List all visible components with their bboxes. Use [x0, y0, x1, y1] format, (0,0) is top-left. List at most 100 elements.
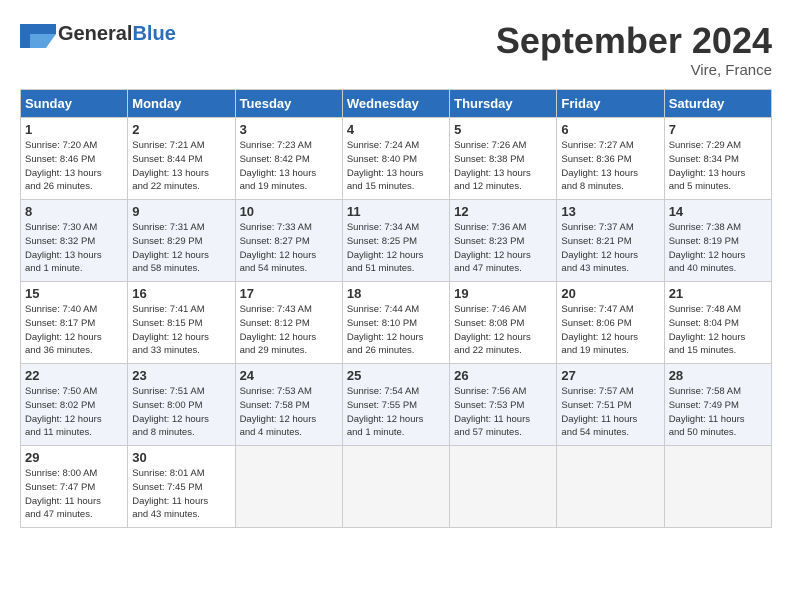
header-row: Sunday Monday Tuesday Wednesday Thursday…	[21, 90, 772, 118]
day-num-1: 1	[25, 122, 123, 137]
day-info-1: Sunrise: 7:20 AMSunset: 8:46 PMDaylight:…	[25, 139, 123, 194]
day-27: 27 Sunrise: 7:57 AMSunset: 7:51 PMDayligh…	[557, 364, 664, 446]
day-20: 20 Sunrise: 7:47 AMSunset: 8:06 PMDayligh…	[557, 282, 664, 364]
title-block: September 2024 Vire, France	[496, 20, 772, 79]
day-30: 30 Sunrise: 8:01 AMSunset: 7:45 PMDayligh…	[128, 446, 235, 528]
day-12: 12Sunrise: 7:36 AMSunset: 8:23 PMDayligh…	[450, 200, 557, 282]
month-title: September 2024	[496, 20, 772, 62]
day-num-3: 3	[240, 122, 338, 137]
day-info-5: Sunrise: 7:26 AMSunset: 8:38 PMDaylight:…	[454, 139, 552, 194]
day-info-22: Sunrise: 7:50 AMSunset: 8:02 PMDaylight:…	[25, 385, 123, 440]
day-3: 3 Sunrise: 7:23 AMSunset: 8:42 PMDaylight…	[235, 118, 342, 200]
day-info-30: Sunrise: 8:01 AMSunset: 7:45 PMDaylight:…	[132, 467, 230, 522]
day-num-11: 11	[347, 204, 445, 219]
day-18: 18Sunrise: 7:44 AMSunset: 8:10 PMDayligh…	[342, 282, 449, 364]
day-info-18: Sunrise: 7:44 AMSunset: 8:10 PMDaylight:…	[347, 303, 445, 358]
day-num-4: 4	[347, 122, 445, 137]
day-29: 29 Sunrise: 8:00 AMSunset: 7:47 PMDayligh…	[21, 446, 128, 528]
day-num-24: 24	[240, 368, 338, 383]
day-1: 1 Sunrise: 7:20 AMSunset: 8:46 PMDaylight…	[21, 118, 128, 200]
day-num-7: 7	[669, 122, 767, 137]
day-info-15: Sunrise: 7:40 AMSunset: 8:17 PMDaylight:…	[25, 303, 123, 358]
logo-general: General	[58, 23, 132, 45]
day-info-20: Sunrise: 7:47 AMSunset: 8:06 PMDaylight:…	[561, 303, 659, 358]
day-num-14: 14	[669, 204, 767, 219]
day-info-29: Sunrise: 8:00 AMSunset: 7:47 PMDaylight:…	[25, 467, 123, 522]
day-num-27: 27	[561, 368, 659, 383]
page: GeneralBlue September 2024 Vire, France …	[0, 0, 792, 538]
day-num-9: 9	[132, 204, 230, 219]
day-info-3: Sunrise: 7:23 AMSunset: 8:42 PMDaylight:…	[240, 139, 338, 194]
day-10: 10 Sunrise: 7:33 AMSunset: 8:27 PMDayligh…	[235, 200, 342, 282]
day-info-12: Sunrise: 7:36 AMSunset: 8:23 PMDaylight:…	[454, 221, 552, 276]
empty-cell-3	[450, 446, 557, 528]
day-num-19: 19	[454, 286, 552, 301]
day-info-14: Sunrise: 7:38 AMSunset: 8:19 PMDaylight:…	[669, 221, 767, 276]
day-info-16: Sunrise: 7:41 AMSunset: 8:15 PMDaylight:…	[132, 303, 230, 358]
day-17: 17Sunrise: 7:43 AMSunset: 8:12 PMDayligh…	[235, 282, 342, 364]
day-num-23: 23	[132, 368, 230, 383]
day-19: 19 Sunrise: 7:46 AMSunset: 8:08 PMDayligh…	[450, 282, 557, 364]
day-info-8: Sunrise: 7:30 AMSunset: 8:32 PMDaylight:…	[25, 221, 123, 276]
empty-cell-1	[235, 446, 342, 528]
week-row-2: 8 Sunrise: 7:30 AMSunset: 8:32 PMDaylight…	[21, 200, 772, 282]
day-num-21: 21	[669, 286, 767, 301]
day-info-17: Sunrise: 7:43 AMSunset: 8:12 PMDaylight:…	[240, 303, 338, 358]
day-9: 9 Sunrise: 7:31 AMSunset: 8:29 PMDaylight…	[128, 200, 235, 282]
day-info-27: Sunrise: 7:57 AMSunset: 7:51 PMDaylight:…	[561, 385, 659, 440]
day-num-10: 10	[240, 204, 338, 219]
day-info-25: Sunrise: 7:54 AMSunset: 7:55 PMDaylight:…	[347, 385, 445, 440]
day-26: 26Sunrise: 7:56 AMSunset: 7:53 PMDayligh…	[450, 364, 557, 446]
col-monday: Monday	[128, 90, 235, 118]
col-thursday: Thursday	[450, 90, 557, 118]
day-num-6: 6	[561, 122, 659, 137]
day-num-30: 30	[132, 450, 230, 465]
logo-blue: Blue	[132, 23, 175, 45]
day-num-16: 16	[132, 286, 230, 301]
day-info-19: Sunrise: 7:46 AMSunset: 8:08 PMDaylight:…	[454, 303, 552, 358]
day-info-24: Sunrise: 7:53 AMSunset: 7:58 PMDaylight:…	[240, 385, 338, 440]
week-row-4: 22 Sunrise: 7:50 AMSunset: 8:02 PMDayligh…	[21, 364, 772, 446]
logo-text: GeneralBlue	[58, 23, 176, 46]
day-info-13: Sunrise: 7:37 AMSunset: 8:21 PMDaylight:…	[561, 221, 659, 276]
week-row-1: 1 Sunrise: 7:20 AMSunset: 8:46 PMDaylight…	[21, 118, 772, 200]
day-num-2: 2	[132, 122, 230, 137]
day-14: 14 Sunrise: 7:38 AMSunset: 8:19 PMDayligh…	[664, 200, 771, 282]
empty-cell-5	[664, 446, 771, 528]
day-2: 2 Sunrise: 7:21 AMSunset: 8:44 PMDaylight…	[128, 118, 235, 200]
logo-icon	[20, 20, 56, 48]
day-7: 7 Sunrise: 7:29 AMSunset: 8:34 PMDaylight…	[664, 118, 771, 200]
day-info-28: Sunrise: 7:58 AMSunset: 7:49 PMDaylight:…	[669, 385, 767, 440]
day-num-20: 20	[561, 286, 659, 301]
day-num-8: 8	[25, 204, 123, 219]
col-tuesday: Tuesday	[235, 90, 342, 118]
day-13: 13Sunrise: 7:37 AMSunset: 8:21 PMDayligh…	[557, 200, 664, 282]
week-row-5: 29 Sunrise: 8:00 AMSunset: 7:47 PMDayligh…	[21, 446, 772, 528]
day-num-29: 29	[25, 450, 123, 465]
logo: GeneralBlue	[20, 20, 176, 48]
day-num-15: 15	[25, 286, 123, 301]
day-num-5: 5	[454, 122, 552, 137]
day-num-26: 26	[454, 368, 552, 383]
calendar-table: Sunday Monday Tuesday Wednesday Thursday…	[20, 89, 772, 528]
day-4: 4Sunrise: 7:24 AMSunset: 8:40 PMDaylight…	[342, 118, 449, 200]
day-info-9: Sunrise: 7:31 AMSunset: 8:29 PMDaylight:…	[132, 221, 230, 276]
day-6: 6Sunrise: 7:27 AMSunset: 8:36 PMDaylight…	[557, 118, 664, 200]
empty-cell-4	[557, 446, 664, 528]
day-11: 11 Sunrise: 7:34 AMSunset: 8:25 PMDayligh…	[342, 200, 449, 282]
header: GeneralBlue September 2024 Vire, France	[20, 20, 772, 79]
day-info-11: Sunrise: 7:34 AMSunset: 8:25 PMDaylight:…	[347, 221, 445, 276]
col-saturday: Saturday	[664, 90, 771, 118]
day-22: 22 Sunrise: 7:50 AMSunset: 8:02 PMDayligh…	[21, 364, 128, 446]
day-5: 5 Sunrise: 7:26 AMSunset: 8:38 PMDaylight…	[450, 118, 557, 200]
day-25: 25 Sunrise: 7:54 AMSunset: 7:55 PMDayligh…	[342, 364, 449, 446]
day-28: 28Sunrise: 7:58 AMSunset: 7:49 PMDayligh…	[664, 364, 771, 446]
day-info-2: Sunrise: 7:21 AMSunset: 8:44 PMDaylight:…	[132, 139, 230, 194]
day-15: 15 Sunrise: 7:40 AMSunset: 8:17 PMDayligh…	[21, 282, 128, 364]
day-info-7: Sunrise: 7:29 AMSunset: 8:34 PMDaylight:…	[669, 139, 767, 194]
day-num-22: 22	[25, 368, 123, 383]
day-info-21: Sunrise: 7:48 AMSunset: 8:04 PMDaylight:…	[669, 303, 767, 358]
week-row-3: 15 Sunrise: 7:40 AMSunset: 8:17 PMDayligh…	[21, 282, 772, 364]
day-info-10: Sunrise: 7:33 AMSunset: 8:27 PMDaylight:…	[240, 221, 338, 276]
day-num-25: 25	[347, 368, 445, 383]
